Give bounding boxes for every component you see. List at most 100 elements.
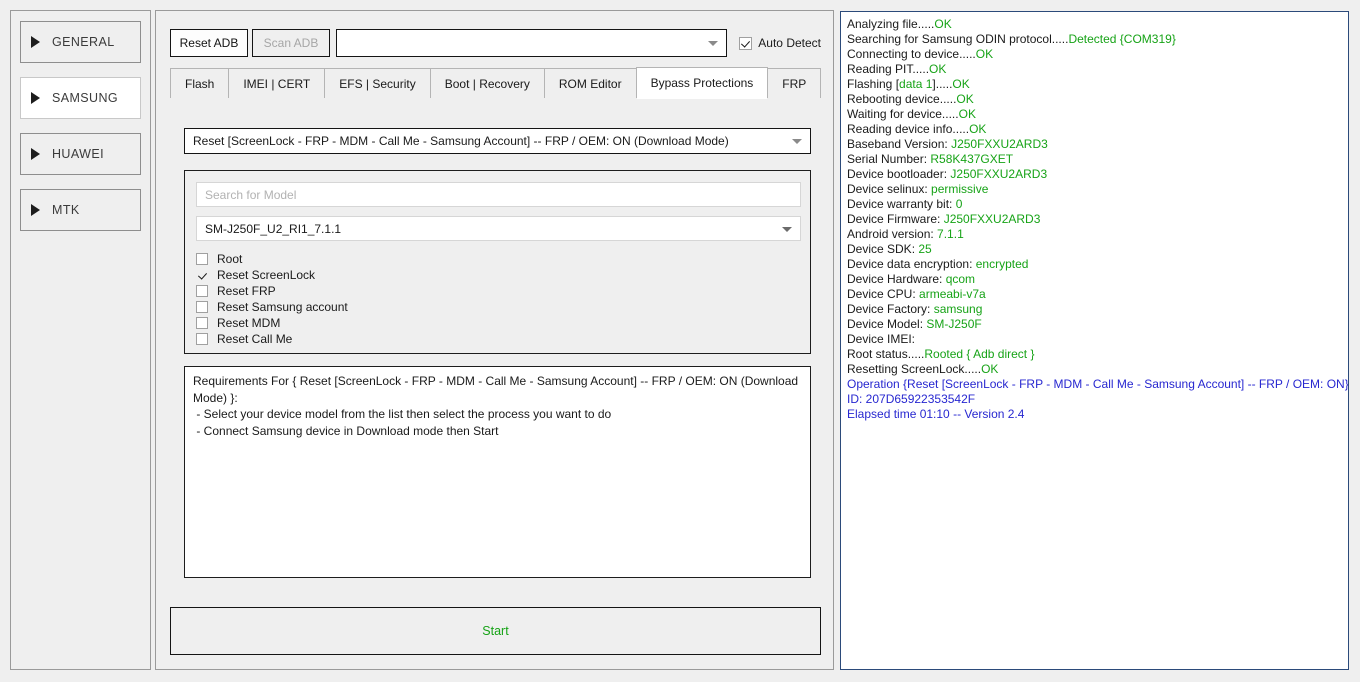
tab-frp[interactable]: FRP: [767, 68, 822, 98]
log-segment: Waiting for device.....: [847, 107, 959, 121]
checkbox-box-icon: [739, 36, 753, 50]
sidebar-item-samsung[interactable]: SAMSUNG: [20, 77, 141, 119]
log-segment: Elapsed time 01:10 -- Version 2.4: [847, 407, 1025, 421]
log-output[interactable]: Analyzing file.....OK Searching for Samsu…: [840, 11, 1349, 670]
log-line: Root status.....Rooted { Adb direct }: [847, 347, 1342, 362]
option-reset-mdm[interactable]: Reset MDM: [196, 315, 801, 331]
log-segment: Resetting ScreenLock.....: [847, 362, 982, 376]
log-line: Device IMEI:: [847, 332, 1342, 347]
option-reset-screenlock[interactable]: Reset ScreenLock: [196, 267, 801, 283]
log-line: Device Hardware: qcom: [847, 272, 1342, 287]
log-segment: Reading device info.....: [847, 122, 970, 136]
option-reset-frp[interactable]: Reset FRP: [196, 283, 801, 299]
auto-detect-checkbox[interactable]: Auto Detect: [739, 36, 821, 50]
log-line: Device data encryption: encrypted: [847, 257, 1342, 272]
log-segment: 0: [955, 197, 963, 211]
checkbox-box-icon: [196, 333, 208, 345]
log-segment: Device CPU:: [847, 287, 920, 301]
operation-select-value: Reset [ScreenLock - FRP - MDM - Call Me …: [193, 134, 729, 148]
log-line: Android version: 7.1.1: [847, 227, 1342, 242]
log-line: Flashing [data 1].....OK: [847, 77, 1342, 92]
log-segment: 25: [918, 242, 932, 256]
operation-select[interactable]: Reset [ScreenLock - FRP - MDM - Call Me …: [184, 128, 811, 154]
log-segment: Device Model:: [847, 317, 927, 331]
log-segment: ID: 207D65922353542F: [847, 392, 976, 406]
log-segment: Flashing [: [847, 77, 900, 91]
log-segment: data 1: [899, 77, 933, 91]
log-line: Waiting for device.....OK: [847, 107, 1342, 122]
log-line: Reading PIT.....OK: [847, 62, 1342, 77]
log-segment: Reading PIT.....: [847, 62, 930, 76]
log-segment: OK: [952, 77, 970, 91]
log-segment: Device SDK:: [847, 242, 919, 256]
chevron-right-icon: [31, 204, 40, 216]
log-line: Device warranty bit: 0: [847, 197, 1342, 212]
sidebar-item-general[interactable]: GENERAL: [20, 21, 141, 63]
auto-detect-label: Auto Detect: [758, 36, 821, 50]
checkbox-box-icon: [196, 253, 208, 265]
model-group: Search for Model SM-J250F_U2_RI1_7.1.1 R…: [184, 170, 811, 354]
scan-adb-button[interactable]: Scan ADB: [252, 29, 330, 57]
port-select[interactable]: [336, 29, 728, 57]
log-line: Serial Number: R58K437GXET: [847, 152, 1342, 167]
log-line: Device selinux: permissive: [847, 182, 1342, 197]
log-segment: OK: [969, 122, 987, 136]
reset-adb-button[interactable]: Reset ADB: [170, 29, 248, 57]
log-line: Connecting to device.....OK: [847, 47, 1342, 62]
log-segment: Operation {Reset [ScreenLock - FRP - MDM…: [847, 377, 1349, 391]
search-model-input[interactable]: Search for Model: [196, 182, 801, 207]
checkbox-box-icon: [196, 285, 208, 297]
chevron-down-icon: [792, 139, 802, 144]
log-segment: Device Firmware:: [847, 212, 944, 226]
chevron-right-icon: [31, 36, 40, 48]
log-segment: OK: [956, 92, 974, 106]
tab-rom-editor[interactable]: ROM Editor: [543, 68, 637, 98]
log-segment: Device bootloader:: [847, 167, 951, 181]
log-segment: OK: [975, 47, 994, 61]
log-segment: permissive: [931, 182, 989, 196]
log-segment: Root status.....: [847, 347, 925, 361]
sidebar-item-huawei[interactable]: HUAWEI: [20, 133, 141, 175]
main-panel: Reset ADB Scan ADB Auto Detect Flash IME…: [155, 10, 834, 670]
log-line: Device CPU: armeabi-v7a: [847, 287, 1342, 302]
checkbox-box-icon: [196, 301, 208, 313]
log-line: Device Model: SM-J250F: [847, 317, 1342, 332]
tab-strip: Flash IMEI | CERT EFS | Security Boot | …: [170, 67, 822, 99]
log-line: Device bootloader: J250FXXU2ARD3: [847, 167, 1342, 182]
option-label: Reset ScreenLock: [217, 268, 316, 282]
option-reset-samsung-account[interactable]: Reset Samsung account: [196, 299, 801, 315]
log-line: Searching for Samsung ODIN protocol.....…: [847, 32, 1342, 47]
log-segment: qcom: [945, 272, 976, 286]
tab-boot-recovery[interactable]: Boot | Recovery: [429, 68, 545, 98]
log-segment: Device data encryption:: [847, 257, 976, 271]
option-root[interactable]: Root: [196, 251, 801, 267]
sidebar-item-label: MTK: [52, 203, 80, 217]
requirements-text: Requirements For { Reset [ScreenLock - F…: [184, 366, 811, 578]
chevron-right-icon: [31, 148, 40, 160]
log-segment: Device IMEI:: [847, 332, 916, 346]
log-segment: Rebooting device.....: [847, 92, 957, 106]
log-segment: J250FXXU2ARD3: [943, 212, 1041, 226]
tab-flash[interactable]: Flash: [170, 68, 230, 98]
model-select[interactable]: SM-J250F_U2_RI1_7.1.1: [196, 216, 801, 241]
sidebar-item-label: HUAWEI: [52, 147, 104, 161]
tab-bypass-protections[interactable]: Bypass Protections: [635, 67, 769, 99]
application-window: GENERAL SAMSUNG HUAWEI MTK Reset ADB Sca…: [0, 0, 1360, 682]
sidebar-item-mtk[interactable]: MTK: [20, 189, 141, 231]
log-segment: R58K437GXET: [930, 152, 1014, 166]
log-segment: OK: [929, 62, 947, 76]
log-segment: Detected {COM319}: [1068, 32, 1176, 46]
start-button[interactable]: Start: [170, 607, 821, 655]
model-select-value: SM-J250F_U2_RI1_7.1.1: [205, 221, 342, 236]
log-line: Reading device info.....OK: [847, 122, 1342, 137]
tab-imei-cert[interactable]: IMEI | CERT: [228, 68, 326, 98]
option-label: Reset Samsung account: [217, 300, 348, 314]
log-line: Device SDK: 25: [847, 242, 1342, 257]
log-segment: J250FXXU2ARD3: [950, 167, 1048, 181]
log-segment: Device warranty bit:: [847, 197, 956, 211]
checkbox-box-icon: [196, 317, 208, 329]
option-reset-call-me[interactable]: Reset Call Me: [196, 331, 801, 347]
tab-efs-security[interactable]: EFS | Security: [324, 68, 431, 98]
log-segment: J250FXXU2ARD3: [951, 137, 1048, 151]
sidebar-item-label: SAMSUNG: [52, 91, 119, 105]
